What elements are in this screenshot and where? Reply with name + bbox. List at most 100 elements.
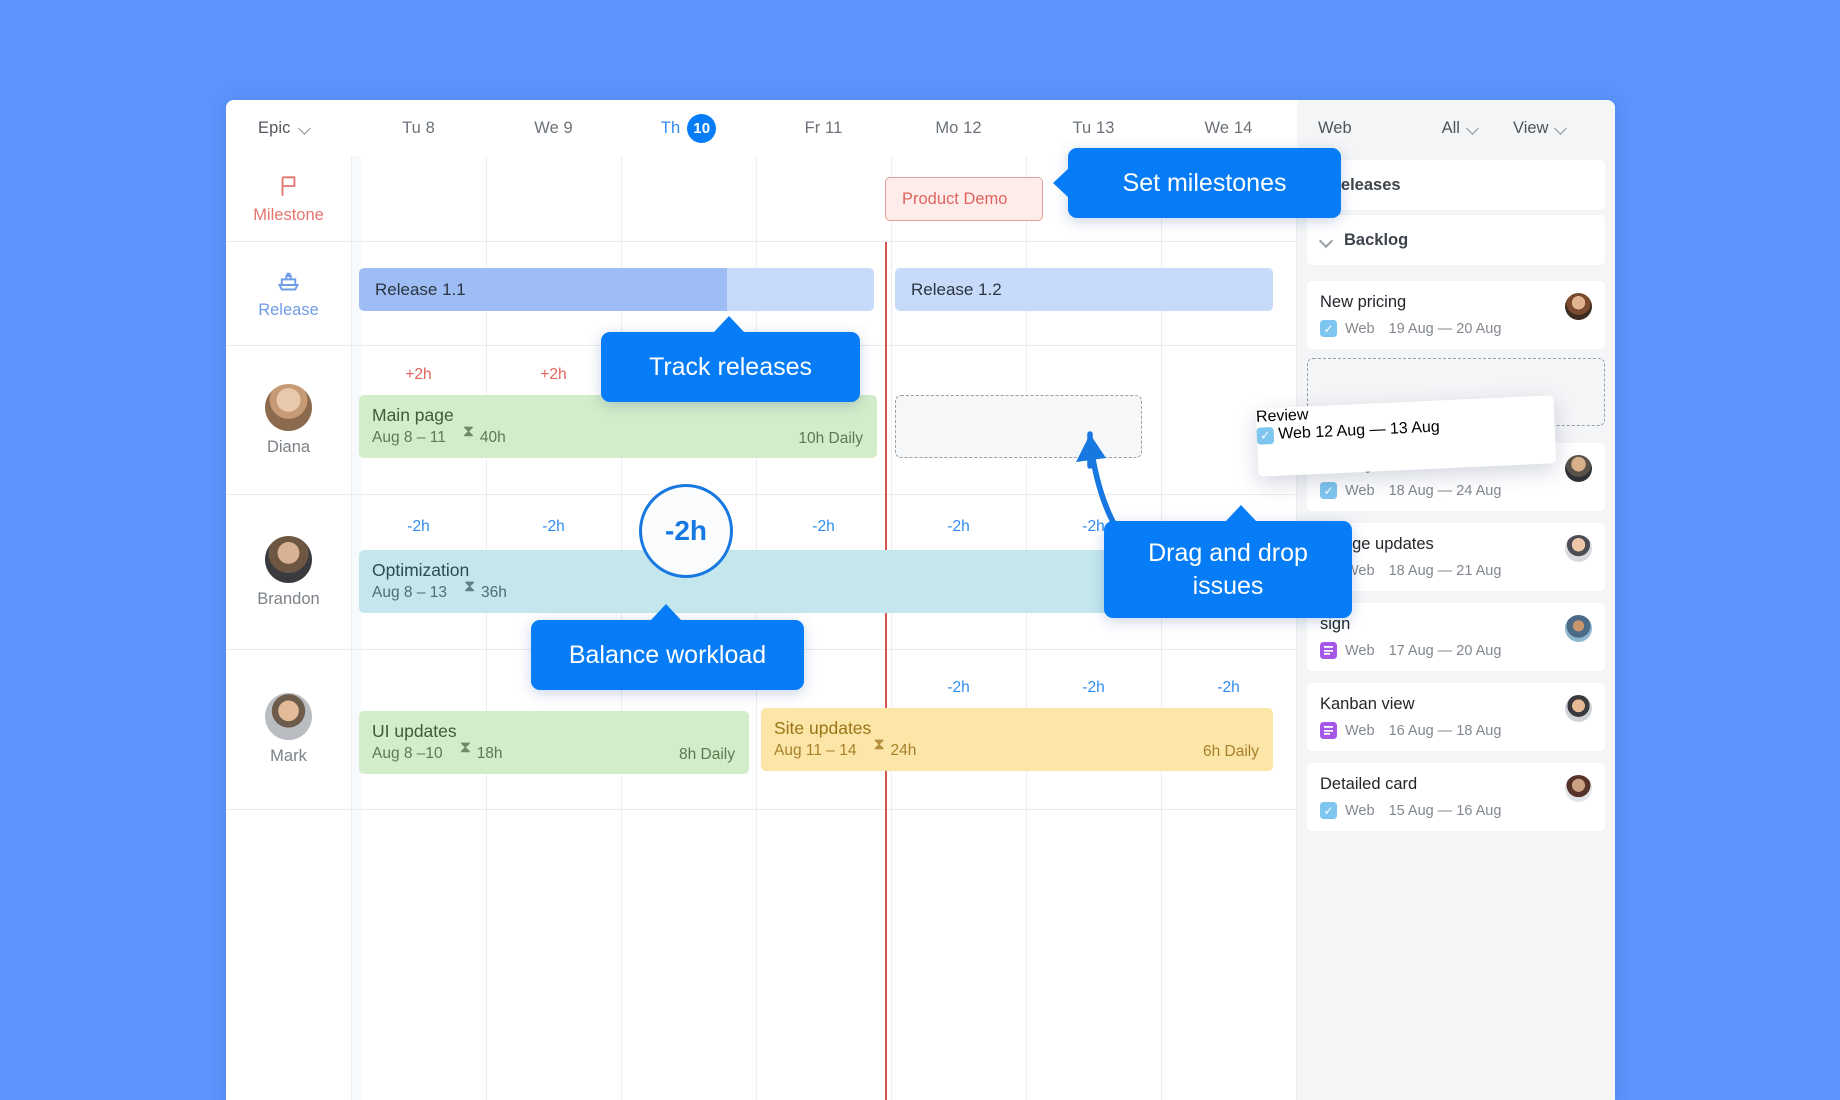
dragged-issue-card[interactable]: Review ✓ Web 12 Aug — 13 Aug: [1255, 395, 1557, 477]
chevron-down-icon: [1556, 123, 1567, 134]
day-label: We 9: [534, 118, 573, 137]
epic-dropdown[interactable]: Epic: [226, 100, 351, 156]
issue-project: Web: [1345, 802, 1375, 819]
task-dates: Aug 8 – 11: [372, 429, 446, 446]
filter-dropdown[interactable]: All: [1442, 119, 1479, 138]
issue-dates: 16 Aug — 18 Aug: [1388, 722, 1502, 739]
view-dropdown[interactable]: View: [1513, 119, 1567, 138]
hourglass-icon: [460, 740, 472, 761]
checkbox-icon: ✓: [1320, 320, 1337, 337]
callout-balance-workload: Balance workload: [531, 604, 804, 690]
release-bar-1-1[interactable]: Release 1.1: [359, 268, 874, 311]
workload-delta: -2h: [1217, 679, 1240, 696]
person-cell-brandon: Brandon: [226, 495, 351, 649]
issue-card[interactable]: sign Web 17 Aug — 20 Aug: [1307, 603, 1605, 671]
callout-tail: [1226, 505, 1256, 521]
callout-track-releases: Track releases: [601, 316, 860, 402]
chevron-down-icon: [300, 123, 311, 134]
task-bar-site-updates[interactable]: Site updates Aug 11 – 14 24h 6h Daily: [761, 708, 1273, 771]
checkbox-icon: ✓: [1320, 482, 1337, 499]
callout-tail: [714, 316, 744, 332]
issue-meta: ✓ Web 15 Aug — 16 Aug: [1320, 802, 1501, 819]
task-estimate: 36h: [480, 584, 507, 601]
callout-text: Drag and drop issues: [1148, 538, 1308, 600]
task-name: UI updates: [372, 721, 457, 741]
avatar: [1565, 293, 1592, 320]
day-col-3[interactable]: Fr 11: [756, 100, 891, 156]
task-meta: Aug 11 – 14 24h: [774, 737, 1273, 762]
task-daily-load: 10h Daily: [798, 430, 863, 447]
person-cell-mark: Mark: [226, 650, 351, 809]
issue-title: Kanban view: [1320, 695, 1415, 713]
milestone-row-label: Milestone: [226, 156, 351, 241]
day-col-4[interactable]: Mo 12: [891, 100, 1026, 156]
workload-delta: -2h: [947, 518, 970, 535]
avatar: [265, 535, 312, 583]
release-bar-label: Release 1.2: [911, 279, 1002, 299]
project-label: Web: [1318, 118, 1352, 137]
issue-project: Web: [1345, 642, 1375, 659]
checkbox-icon: ✓: [1256, 426, 1275, 445]
person-name: Diana: [266, 437, 311, 456]
day-label: Fr 11: [804, 118, 843, 137]
issue-meta: Web 16 Aug — 18 Aug: [1320, 722, 1501, 739]
project-selector[interactable]: Web: [1318, 119, 1352, 138]
callout-set-milestones: Set milestones: [1053, 148, 1341, 218]
issue-project: Web: [1345, 482, 1375, 499]
issue-card[interactable]: New pricing ✓ Web 19 Aug — 20 Aug: [1307, 281, 1605, 349]
hourglass-icon: [464, 579, 476, 600]
hourglass-icon: [463, 424, 475, 445]
task-daily-load: 8h Daily: [679, 746, 735, 763]
milestone-chip-product-demo[interactable]: Product Demo: [885, 177, 1043, 221]
day-col-0[interactable]: Tu 8: [351, 100, 486, 156]
day-label: Th: [660, 118, 681, 137]
task-dates: Aug 8 – 13: [372, 584, 447, 601]
app-window: Epic Tu 8 We 9 Th 10 Fr 11 Mo 12 Tu 13 W…: [226, 100, 1615, 1100]
view-label: View: [1512, 118, 1549, 137]
issue-card[interactable]: Detailed card ✓ Web 15 Aug — 16 Aug: [1307, 763, 1605, 831]
issue-title: New pricing: [1320, 293, 1407, 311]
avatar: [1565, 695, 1592, 722]
document-icon: [1320, 722, 1337, 739]
task-bar-ui-updates[interactable]: UI updates Aug 8 –10 18h 8h Daily: [359, 711, 749, 774]
sidebar-header: Web All View: [1297, 100, 1615, 156]
day-label: Mo 12: [935, 118, 982, 137]
empty-left-cell: [226, 810, 351, 1100]
task-name: Main page: [372, 405, 454, 425]
workload-delta: +2h: [405, 366, 432, 383]
task-bar-main-page[interactable]: Main page Aug 8 – 11 40h 10h Daily: [359, 395, 877, 458]
chevron-down-icon: [1321, 235, 1332, 246]
chevron-down-icon: [1468, 123, 1479, 134]
avatar: [1565, 615, 1592, 642]
day-col-2-today[interactable]: Th 10: [621, 100, 756, 156]
task-dates: Aug 11 – 14: [774, 742, 857, 759]
release-bar-1-2[interactable]: Release 1.2: [895, 268, 1273, 311]
task-estimate: 18h: [476, 745, 503, 762]
today-marker-line: [885, 242, 887, 1100]
issue-meta: ✓ Web 19 Aug — 20 Aug: [1320, 320, 1501, 337]
workload-delta: -2h: [812, 518, 835, 535]
issue-dates: 19 Aug — 20 Aug: [1388, 320, 1502, 337]
release-bar-label: Release 1.1: [375, 279, 466, 299]
issue-card[interactable]: Kanban view Web 16 Aug — 18 Aug: [1307, 683, 1605, 751]
overload-badge[interactable]: -2h: [639, 484, 733, 578]
issue-dates: 15 Aug — 16 Aug: [1388, 802, 1502, 819]
issue-meta: ✓ Web 18 Aug — 24 Aug: [1320, 482, 1501, 499]
callout-text: Set milestones: [1122, 168, 1287, 197]
sidebar-section-releases[interactable]: Releases: [1307, 160, 1605, 210]
release-row-label: Release: [226, 242, 351, 345]
flag-icon: [281, 175, 295, 196]
issue-project: Web: [1345, 320, 1375, 337]
sidebar-section-backlog[interactable]: Backlog: [1307, 215, 1605, 265]
person-name: Mark: [270, 747, 307, 765]
empty-row: [226, 810, 1297, 1100]
workload-delta: -2h: [407, 518, 430, 535]
today-badge: 10: [687, 113, 717, 143]
avatar: [1565, 455, 1592, 482]
day-label: We 14: [1204, 118, 1253, 137]
person-name: Brandon: [257, 589, 320, 608]
task-drop-zone[interactable]: [895, 395, 1142, 458]
day-col-1[interactable]: We 9: [486, 100, 621, 156]
callout-tail: [651, 604, 681, 620]
day-label: Tu 13: [1072, 118, 1115, 137]
